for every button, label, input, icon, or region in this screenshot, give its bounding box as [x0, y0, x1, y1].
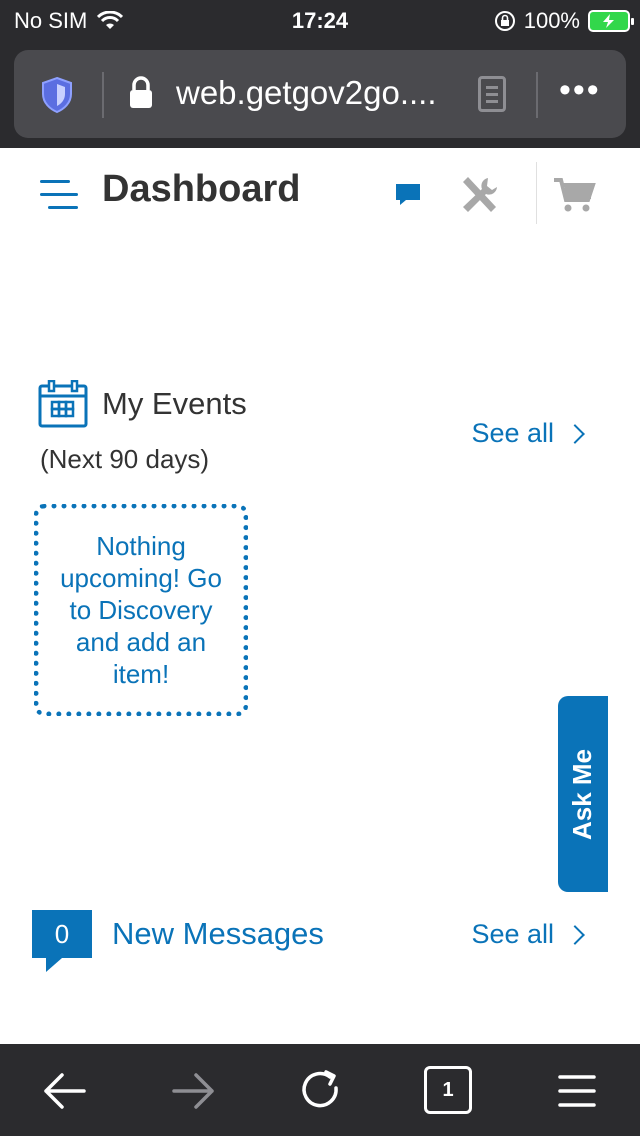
- lock-icon: [130, 76, 152, 108]
- events-empty-text: Nothing upcoming! Go to Discovery and ad…: [60, 531, 222, 689]
- chevron-right-icon: [565, 423, 585, 444]
- web-page: Dashboard My Events (Next 90 days) See a…: [0, 148, 640, 1044]
- events-see-all-label: See all: [471, 418, 554, 448]
- ask-me-label: Ask Me: [567, 748, 598, 840]
- tabs-button[interactable]: 1: [424, 1066, 472, 1114]
- shield-icon[interactable]: [40, 76, 74, 114]
- hamburger-icon[interactable]: [40, 180, 78, 212]
- battery-icon: [588, 10, 634, 32]
- menu-icon[interactable]: [552, 1066, 602, 1116]
- messages-title[interactable]: New Messages: [112, 916, 324, 952]
- messages-see-all-label: See all: [471, 919, 554, 949]
- back-icon[interactable]: [40, 1066, 90, 1116]
- tools-icon[interactable]: [458, 174, 502, 216]
- calendar-icon: [38, 380, 88, 428]
- messages-count-badge: 0: [32, 910, 92, 972]
- chevron-right-icon: [565, 924, 585, 945]
- events-empty-state[interactable]: Nothing upcoming! Go to Discovery and ad…: [34, 504, 248, 716]
- status-bar: No SIM 17:24 100%: [0, 0, 640, 42]
- page-title: Dashboard: [102, 168, 301, 210]
- url-text[interactable]: web.getgov2go....: [176, 74, 437, 112]
- forward-icon: [172, 1073, 214, 1109]
- more-icon[interactable]: •••: [559, 73, 601, 107]
- messages-see-all-link[interactable]: See all: [471, 919, 585, 950]
- status-right: 100%: [494, 8, 634, 34]
- browser-url-area: web.getgov2go.... •••: [0, 42, 640, 148]
- orientation-lock-icon: [494, 11, 515, 31]
- header-divider: [536, 162, 537, 224]
- messages-count: 0: [54, 918, 70, 949]
- events-see-all-link[interactable]: See all: [471, 418, 585, 449]
- ask-me-button[interactable]: Ask Me: [558, 696, 608, 892]
- battery-percent: 100%: [523, 8, 580, 33]
- address-divider-2: [536, 72, 538, 118]
- address-bar[interactable]: web.getgov2go.... •••: [14, 50, 626, 138]
- chat-icon[interactable]: [394, 182, 422, 206]
- reader-icon[interactable]: [478, 76, 506, 112]
- cart-icon[interactable]: [552, 176, 596, 214]
- events-title: My Events: [102, 386, 247, 421]
- address-divider: [102, 72, 104, 118]
- browser-toolbar: 1: [0, 1044, 640, 1136]
- events-subtitle: (Next 90 days): [40, 444, 210, 474]
- reload-icon[interactable]: [296, 1066, 346, 1116]
- tabs-count: 1: [442, 1078, 454, 1101]
